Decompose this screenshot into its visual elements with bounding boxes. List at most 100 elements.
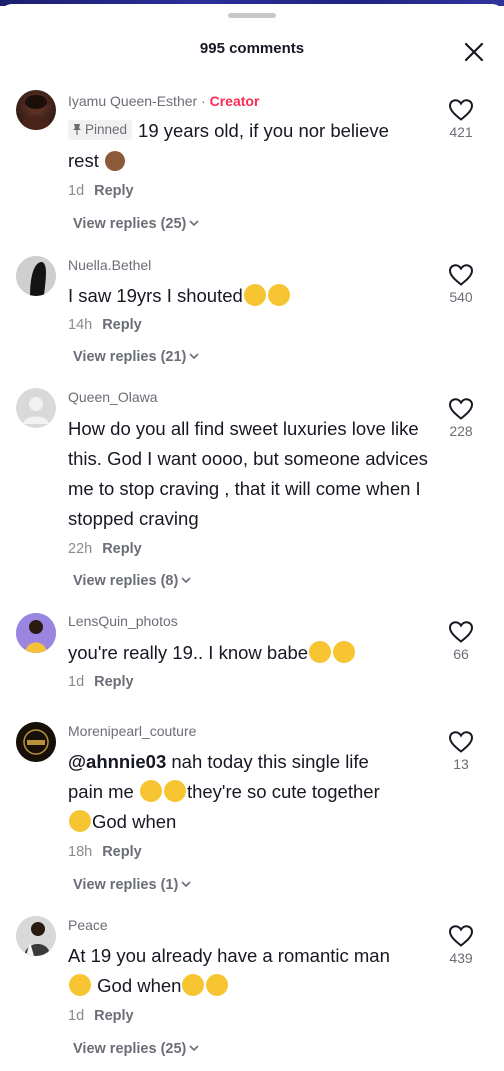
avatar[interactable] [16,916,56,956]
comment-username[interactable]: Peace [68,917,108,933]
comment-item: Nuella.Bethel I saw 19yrs I shouted 14h R… [0,252,504,377]
like-button[interactable]: 228 [440,397,482,439]
heart-outline-icon [448,731,474,753]
avatar[interactable] [16,722,56,762]
comment-username[interactable]: Queen_Olawa [68,389,158,405]
comment-username[interactable]: Iyamu Queen-Esther · Creator [68,93,259,109]
comment-text-line2: rest [68,150,99,171]
laughing-emoji-icon [243,284,266,306]
pleading-face-emoji-icon [182,974,205,996]
like-count: 439 [449,950,473,966]
comment-time: 22h [68,541,93,557]
like-count: 228 [449,423,473,439]
separator-dot: · [201,93,210,109]
comment-text: you're really 19.. I know babe [68,638,440,668]
comment-time: 1d [68,1008,85,1024]
comment-text-line4: God when [92,811,177,832]
smiling-hearts-emoji-icon [69,810,91,832]
comment-text: I saw 19yrs I shouted [68,281,440,311]
reply-button[interactable]: Reply [102,541,142,557]
smiling-hearts-emoji-icon [333,641,356,663]
view-replies-button[interactable]: View replies (8) [73,573,191,589]
chevron-down-icon [189,220,199,227]
like-count: 540 [449,289,473,305]
avatar[interactable] [16,256,56,296]
pleading-face-emoji-icon [139,780,162,802]
view-replies-label[interactable]: View replies (21) [73,349,186,365]
like-button[interactable]: 439 [440,924,482,966]
chevron-down-icon [181,881,191,888]
view-replies-label[interactable]: View replies (8) [73,573,178,589]
pleading-face-emoji-icon [163,780,186,802]
heart-outline-icon [448,621,474,643]
heart-outline-icon [448,99,474,121]
heart-outline-icon [448,264,474,286]
reply-button[interactable]: Reply [94,183,134,199]
view-replies-label[interactable]: View replies (1) [73,877,178,893]
drag-handle[interactable] [228,13,276,18]
like-button[interactable]: 66 [440,620,482,662]
like-button[interactable]: 421 [440,98,482,140]
username-text[interactable]: LensQuin_photos [68,613,178,629]
comment-item: LensQuin_photos you're really 19.. I kno… [0,610,504,700]
heart-outline-icon [448,398,474,420]
avatar[interactable] [16,90,56,130]
comment-text-line3: they're so cute together [186,781,380,802]
close-icon [464,42,484,62]
comment-text: Pinned 19 years old, if you nor believe r… [68,116,440,176]
comment-meta: 1d Reply [68,1008,134,1024]
comment-username[interactable]: Nuella.Bethel [68,257,151,273]
mention-link[interactable]: @ahnnie03 [68,751,166,772]
brand-logo-avatar [16,722,56,762]
comment-time: 18h [68,844,93,860]
view-replies-button[interactable]: View replies (1) [73,877,191,893]
username-text[interactable]: Morenipearl_couture [68,723,196,739]
comment-time: 1d [68,674,85,690]
comment-item: Peace At 19 you already have a romantic … [0,914,504,1064]
chevron-down-icon [189,1045,199,1052]
close-button[interactable] [460,38,488,66]
comment-meta: 1d Reply [68,674,134,690]
shrug-emoji-icon [104,151,125,171]
view-replies-button[interactable]: View replies (25) [73,1041,199,1057]
like-button[interactable]: 13 [440,730,482,772]
avatar[interactable] [16,388,56,428]
default-avatar-icon [23,397,49,424]
heart-outline-icon [448,925,474,947]
avatar-image [16,916,56,956]
comment-text: @ahnnie03 nah today this single life pai… [68,747,440,837]
view-replies-button[interactable]: View replies (25) [73,216,199,232]
comment-username[interactable]: LensQuin_photos [68,613,178,629]
comment-username[interactable]: Morenipearl_couture [68,723,196,739]
pleading-face-emoji-icon [69,974,91,996]
comment-meta: 22h Reply [68,541,142,557]
comment-text-line1: you're really 19.. I know babe [68,642,309,663]
avatar-image [16,613,56,653]
avatar-image [16,256,56,296]
laughing-emoji-icon [267,284,290,306]
reply-button[interactable]: Reply [94,674,134,690]
pinned-label: Pinned [85,122,128,137]
reply-button[interactable]: Reply [102,844,142,860]
comment-text-line1: I saw 19yrs I shouted [68,285,243,306]
username-text[interactable]: Nuella.Bethel [68,257,151,273]
reply-button[interactable]: Reply [94,1008,134,1024]
username-text[interactable]: Iyamu Queen-Esther [68,93,197,109]
comment-text-line1: nah today this single life [166,751,369,772]
reply-button[interactable]: Reply [102,317,142,333]
chevron-down-icon [189,353,199,360]
view-replies-label[interactable]: View replies (25) [73,1041,186,1057]
comments-count-title: 995 comments [199,40,305,57]
view-replies-button[interactable]: View replies (21) [73,349,199,365]
comment-text-line2: God when [92,975,182,996]
like-count: 421 [449,124,473,140]
avatar[interactable] [16,613,56,653]
username-text[interactable]: Queen_Olawa [68,389,158,405]
view-replies-label[interactable]: View replies (25) [73,216,186,232]
like-button[interactable]: 540 [440,263,482,305]
avatar-image [21,95,51,130]
comment-text: How do you all find sweet luxuries love … [68,414,438,534]
comment-text: At 19 you already have a romantic man Go… [68,941,440,1001]
pinned-badge: Pinned [68,120,133,140]
username-text[interactable]: Peace [68,917,108,933]
